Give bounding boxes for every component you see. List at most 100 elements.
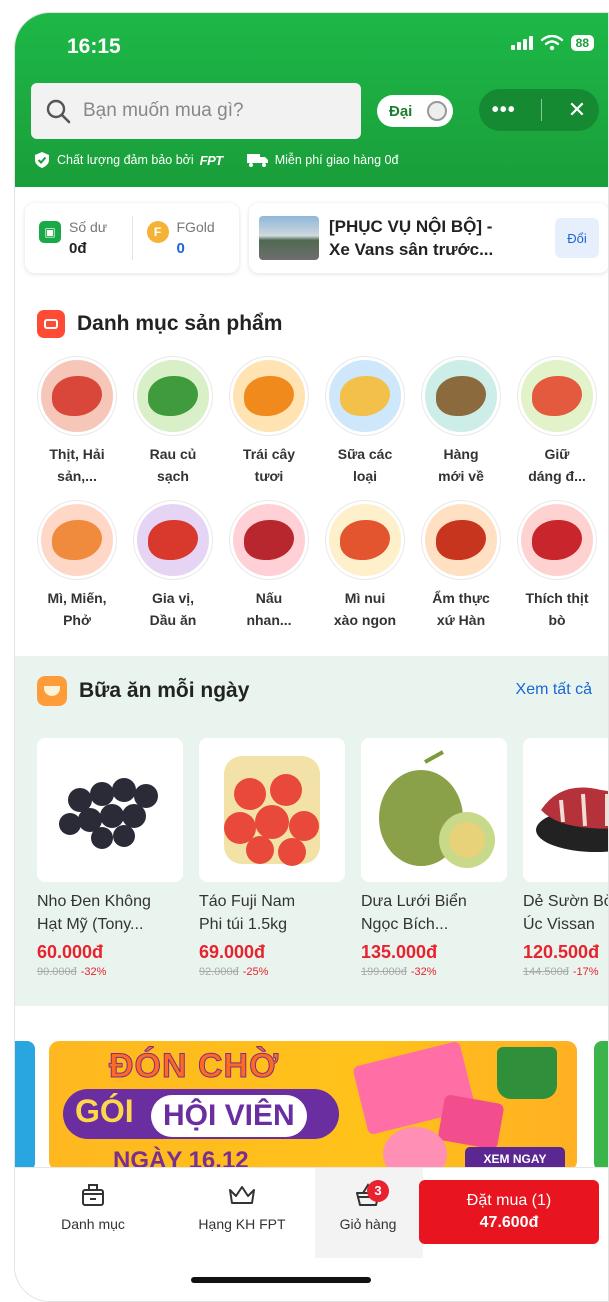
- font-size-toggle[interactable]: Đại: [377, 95, 453, 127]
- category-image: [326, 357, 404, 435]
- banner-line-2a: GÓI: [75, 1093, 134, 1129]
- meals-title: Bữa ăn mỗi ngày: [79, 679, 250, 702]
- product-card[interactable]: Táo Fuji Nam Phi túi 1.5kg 69.000đ 92.000…: [199, 738, 345, 978]
- fgold-item[interactable]: F FGold 0: [133, 219, 240, 257]
- category-item[interactable]: Rau củ sạch: [125, 357, 221, 487]
- category-photo: [52, 520, 102, 560]
- product-card[interactable]: Nho Đen Không Hạt Mỹ (Tony... 60.000đ 90.…: [37, 738, 183, 978]
- category-label: Nấu nhan...: [246, 590, 292, 628]
- address-thumbnail: [259, 216, 319, 260]
- search-input[interactable]: [83, 100, 323, 122]
- category-image: [518, 357, 596, 435]
- category-image: [422, 357, 500, 435]
- wallet-icon: ▣: [39, 221, 61, 243]
- category-image: [518, 501, 596, 579]
- category-item[interactable]: Trái cây tươi: [221, 357, 317, 487]
- search-box[interactable]: [31, 83, 361, 139]
- membership-banner[interactable]: ĐÓN CHỜ GÓI HỘI VIÊN NGÀY 16.12 XEM NGAY: [49, 1041, 577, 1171]
- melon-image: [379, 750, 495, 868]
- category-item[interactable]: Nấu nhan...: [221, 501, 317, 631]
- box-icon: [82, 1184, 104, 1206]
- capsule-divider: [541, 99, 543, 121]
- next-banner[interactable]: [594, 1041, 608, 1171]
- category-image: [38, 501, 116, 579]
- category-item[interactable]: Mì, Miến, Phở: [29, 501, 125, 631]
- category-photo: [436, 520, 486, 560]
- product-old-price: 199.000đ -32%: [361, 966, 437, 978]
- nav-categories-label: Danh mục: [61, 1216, 125, 1232]
- category-label: Ẩm thực xứ Hàn: [432, 590, 490, 628]
- address-line-1: [PHỤC VỤ NỘI BỘ] -: [329, 217, 493, 236]
- category-photo: [244, 520, 294, 560]
- category-image: [38, 357, 116, 435]
- address-text: [PHỤC VỤ NỘI BỘ] - Xe Vans sân trước...: [329, 215, 539, 261]
- change-address-button[interactable]: Đổi: [555, 218, 599, 258]
- category-label: Hàng mới về: [438, 446, 484, 484]
- category-label: Giữ dáng đ...: [528, 446, 586, 484]
- category-photo: [436, 376, 486, 416]
- category-photo: [52, 376, 102, 416]
- category-item[interactable]: Giữ dáng đ...: [509, 357, 605, 487]
- category-image: [326, 501, 404, 579]
- category-photo: [340, 376, 390, 416]
- category-image: [134, 357, 212, 435]
- product-image: [37, 738, 183, 882]
- category-item[interactable]: Thịt, Hải sản,...: [29, 357, 125, 487]
- font-size-label: Đại: [389, 102, 413, 120]
- nav-rank[interactable]: Hạng KH FPT: [187, 1182, 297, 1232]
- category-photo: [244, 376, 294, 416]
- home-indicator[interactable]: [191, 1277, 371, 1283]
- status-time: 16:15: [67, 35, 121, 58]
- wifi-icon: [540, 35, 563, 51]
- product-old-price: 144.500đ -17%: [523, 966, 599, 978]
- category-photo: [532, 520, 582, 560]
- coin-icon: F: [146, 221, 169, 243]
- product-card[interactable]: Dưa Lưới Biển Ngọc Bích... 135.000đ 199.0…: [361, 738, 507, 978]
- product-price: 60.000đ: [37, 942, 104, 962]
- product-price: 69.000đ: [199, 942, 266, 962]
- signal-icon: [510, 36, 533, 50]
- category-title: Danh mục sản phẩm: [77, 312, 283, 335]
- place-order-button[interactable]: Đặt mua (1) 47.600đ: [419, 1180, 599, 1244]
- category-item[interactable]: Sữa các loại: [317, 357, 413, 487]
- category-item[interactable]: Hàng mới về: [413, 357, 509, 487]
- see-all-link[interactable]: Xem tất cả: [516, 681, 592, 699]
- address-card[interactable]: [PHỤC VỤ NỘI BỘ] - Xe Vans sân trước... …: [249, 203, 608, 273]
- category-label: Sữa các loại: [337, 446, 393, 484]
- product-old-price: 90.000đ -32%: [37, 966, 107, 978]
- product-name: Dưa Lưới Biển Ngọc Bích...: [361, 893, 467, 933]
- truck-icon: [246, 154, 268, 167]
- product-old-price: 92.000đ -25%: [199, 966, 269, 978]
- nav-rank-label: Hạng KH FPT: [198, 1216, 286, 1232]
- category-item[interactable]: Gia vị, Dầu ăn: [125, 501, 221, 631]
- address-line-2: Xe Vans sân trước...: [329, 240, 494, 259]
- category-photo: [148, 520, 198, 560]
- wallet-card[interactable]: ▣ Số dư 0đ F FGold 0: [25, 203, 239, 273]
- balance-item[interactable]: ▣ Số dư 0đ: [25, 219, 132, 257]
- category-item[interactable]: Thích thịt bò: [509, 501, 605, 631]
- product-image: [523, 738, 608, 882]
- fgold-label: FGold: [176, 219, 215, 235]
- category-item[interactable]: Mì nui xào ngon: [317, 501, 413, 631]
- product-card[interactable]: Dẻ Sườn Bò Úc Vissan 120.500đ 144.500đ -17…: [523, 738, 609, 978]
- prev-banner[interactable]: [15, 1041, 35, 1171]
- category-item[interactable]: Ẩm thực xứ Hàn: [413, 501, 509, 631]
- product-name: Dẻ Sườn Bò Úc Vissan: [523, 893, 609, 933]
- more-icon[interactable]: •••: [492, 99, 516, 122]
- bowl-icon: [37, 676, 67, 706]
- status-icons: 88: [510, 35, 594, 51]
- product-price: 135.000đ: [361, 942, 438, 962]
- apples-image: [224, 756, 320, 866]
- header-bar: 16:15 88 Đại ••• ✕: [15, 13, 608, 187]
- miniapp-capsule: ••• ✕: [479, 89, 599, 131]
- nav-cart-label: Giỏ hàng: [339, 1216, 397, 1232]
- nav-categories[interactable]: Danh mục: [53, 1182, 133, 1232]
- gift-decoration: [437, 1094, 505, 1150]
- fgold-value: 0: [176, 240, 185, 257]
- promo-carousel[interactable]: ĐÓN CHỜ GÓI HỘI VIÊN NGÀY 16.12 XEM NGAY: [15, 1041, 608, 1171]
- product-name: Táo Fuji Nam Phi túi 1.5kg: [199, 893, 296, 933]
- crown-icon: [229, 1186, 255, 1204]
- order-label: Đặt mua (1): [466, 1192, 552, 1209]
- close-icon[interactable]: ✕: [568, 97, 586, 123]
- order-total: 47.600đ: [479, 1214, 539, 1231]
